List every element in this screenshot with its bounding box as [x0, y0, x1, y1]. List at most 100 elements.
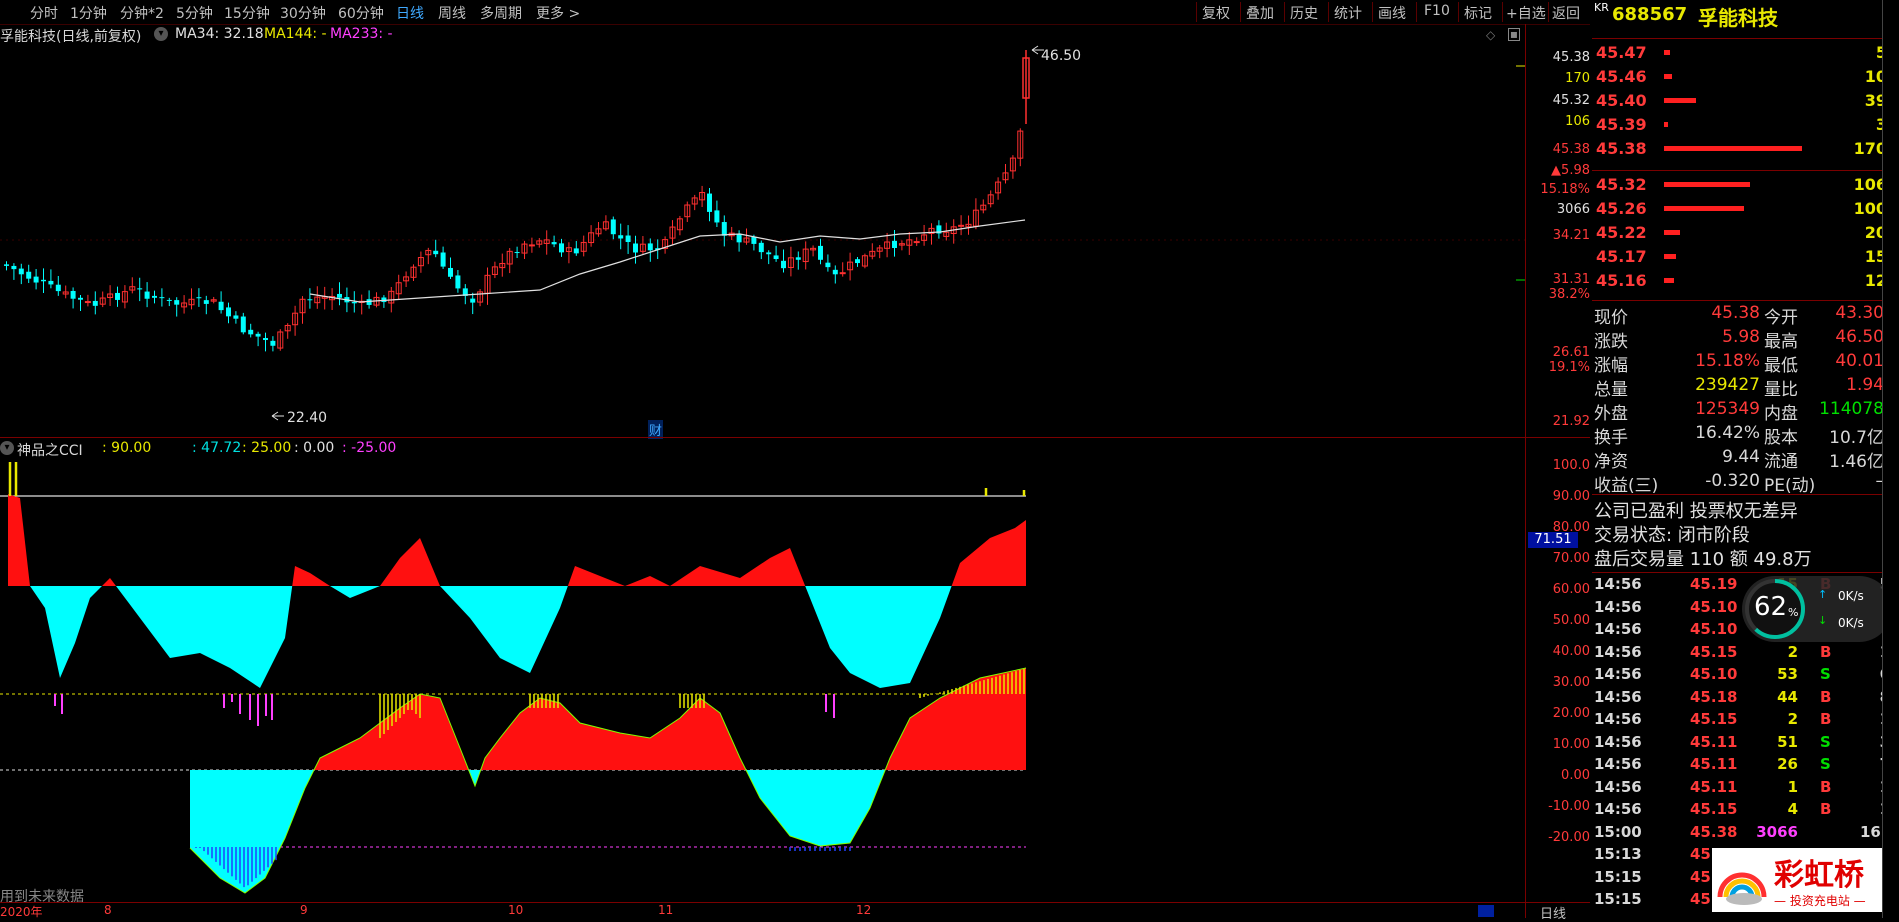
toolbar-separator — [1328, 2, 1329, 22]
candle-body-down — [48, 280, 54, 285]
tick-row[interactable]: 15:00 45.38 3066 165 — [1592, 823, 1892, 845]
candle-body-down — [337, 293, 342, 298]
bid-row[interactable]: 45.17 15 — [1592, 245, 1887, 267]
quote-value: 16.42% — [1695, 423, 1760, 443]
period-tab-60min[interactable]: 60分钟 — [338, 3, 384, 23]
tick-volume: 3066 — [1756, 822, 1798, 841]
tick-row[interactable]: 14:5645.1053S6 — [1592, 665, 1892, 687]
tick-row[interactable]: 14:5645.1844B8 — [1592, 688, 1892, 710]
cci-axis: 100.0 90.00 80.00 70.00 60.00 50.00 40.0… — [1526, 458, 1590, 898]
brand-slogan: — 投资充电站 — — [1774, 894, 1866, 908]
period-tab-5min[interactable]: 5分钟 — [176, 3, 213, 23]
side-toolbar[interactable] — [1882, 0, 1899, 918]
tick-row[interactable]: 14:5645.154B1 — [1592, 800, 1892, 822]
ask-row[interactable]: 45.46 10 — [1592, 65, 1887, 87]
period-tab-daily[interactable]: 日线 — [396, 3, 424, 23]
history-button[interactable]: 历史 — [1290, 3, 1318, 23]
candlestick-chart[interactable] — [0, 44, 1525, 436]
chevron-down-icon[interactable]: ▾ — [154, 27, 168, 41]
cci-value-3: : 25.00 — [242, 440, 292, 456]
tick-row[interactable]: 14:5645.1126S7 — [1592, 755, 1892, 777]
tick-time: 14:56 — [1594, 800, 1642, 818]
tick-volume: 51 — [1777, 732, 1798, 751]
tick-row[interactable]: 14:5645.152B1 — [1592, 643, 1892, 665]
bid-row[interactable]: 45.16 12 — [1592, 269, 1887, 291]
ask-row[interactable]: 45.38 170 — [1592, 137, 1887, 159]
axis-ask-price: 45.38 — [1552, 50, 1590, 65]
candle-body-down — [825, 262, 831, 268]
tick-side: B — [1820, 710, 1832, 728]
toolbar-separator — [1458, 2, 1459, 22]
smoothed-line — [189, 667, 1027, 894]
trading-status: 交易状态: 闭市阶段 — [1594, 525, 1750, 546]
tick-row[interactable]: 14:5645.111B1 — [1592, 778, 1892, 800]
back-button[interactable]: 返回 — [1552, 3, 1580, 23]
period-indicator: 日线 — [1540, 907, 1567, 922]
tick-time: 14:56 — [1594, 665, 1642, 683]
period-tab-15min[interactable]: 15分钟 — [224, 3, 270, 23]
add-watchlist-button[interactable]: +自选 — [1506, 3, 1546, 23]
candle-body-down — [115, 292, 120, 300]
period-tab-2min[interactable]: 分钟*2 — [120, 3, 164, 23]
cci-indicator-chart[interactable] — [0, 458, 1525, 898]
candle-body-down — [137, 288, 143, 290]
tick-side: S — [1820, 665, 1831, 683]
tick-time: 15:13 — [1594, 845, 1642, 863]
quote-stats: 现价 45.38 今开 43.30 涨跌 5.98 最高 46.50 涨幅 15.18% 最低 40.… — [1592, 300, 1892, 496]
quote-label: 现价 — [1594, 308, 1628, 328]
bid-row[interactable]: 45.32 106 — [1592, 173, 1887, 195]
toolbar-separator — [1416, 2, 1417, 22]
period-tab-30min[interactable]: 30分钟 — [280, 3, 326, 23]
restore-rights-button[interactable]: 复权 — [1202, 3, 1230, 23]
quote-value: -0.320 — [1705, 471, 1760, 491]
scroll-handle[interactable] — [1478, 905, 1494, 917]
window-toggle-icon[interactable]: ▪ — [1508, 28, 1520, 41]
tick-volume: 2 — [1787, 710, 1798, 728]
axis-level-1: 34.21 — [1552, 228, 1590, 243]
period-toolbar: 分时 1分钟 分钟*2 5分钟 15分钟 30分钟 60分钟 日线 周线 多周期… — [0, 0, 1590, 25]
memory-percent: 62 — [1754, 592, 1788, 622]
period-tab-multi[interactable]: 多周期 — [480, 3, 522, 23]
period-tab-fenshi[interactable]: 分时 — [30, 3, 58, 23]
overlay-button[interactable]: 叠加 — [1246, 3, 1274, 23]
candle-body-down — [233, 315, 239, 319]
axis-level-2: 31.31 — [1552, 272, 1590, 287]
draw-line-button[interactable]: 画线 — [1378, 3, 1406, 23]
statistics-button[interactable]: 统计 — [1334, 3, 1362, 23]
quote-label: 换手 — [1594, 428, 1628, 448]
tick-row[interactable]: 14:5645.152B1 — [1592, 710, 1892, 732]
candle-body-down — [41, 279, 46, 282]
chevron-down-icon[interactable]: ▾ — [0, 441, 14, 455]
candle-body-down — [159, 297, 165, 299]
toolbar-separator — [1196, 2, 1197, 22]
ask-row[interactable]: 45.475 — [1592, 41, 1887, 63]
mark-button[interactable]: 标记 — [1464, 3, 1492, 23]
period-tab-weekly[interactable]: 周线 — [438, 3, 466, 23]
quote-row: 净资 9.44 流通 1.46亿 — [1592, 447, 1892, 472]
bid-row[interactable]: 45.22 20 — [1592, 221, 1887, 243]
panel-divider — [0, 437, 1590, 438]
smoothed-negative-area — [190, 770, 1026, 893]
bid-price: 45.17 — [1596, 247, 1647, 266]
period-tab-more[interactable]: 更多 > — [536, 3, 580, 23]
f10-button[interactable]: F10 — [1424, 3, 1450, 19]
ask-row[interactable]: 45.40 39 — [1592, 89, 1887, 111]
bid-row[interactable]: 45.26 100 — [1592, 197, 1887, 219]
candle-body-down — [226, 307, 231, 317]
upload-speed: 0K/s — [1838, 589, 1864, 603]
quote-value: 45.38 — [1711, 303, 1760, 323]
period-tab-1min[interactable]: 1分钟 — [70, 3, 107, 23]
bid-price: 45.26 — [1596, 199, 1647, 218]
diamond-icon[interactable]: ◇ — [1486, 28, 1495, 42]
tick-time: 15:00 — [1594, 822, 1642, 841]
network-speed-widget[interactable]: 62 % ↑ 0K/s ↓ 0K/s — [1742, 576, 1892, 642]
tick-row[interactable]: 14:5645.1151S3 — [1592, 733, 1892, 755]
cci-value-1: : 90.00 — [102, 440, 152, 456]
cci-axis-label: 100.0 — [1552, 458, 1590, 473]
ask-row[interactable]: 45.393 — [1592, 113, 1887, 135]
axis-change-pct: 15.18% — [1540, 182, 1590, 197]
axis-fib-382: 38.2% — [1548, 287, 1590, 302]
tick-time: 14:56 — [1594, 777, 1642, 796]
tick-time: 14:56 — [1594, 687, 1642, 706]
candle-body-down — [78, 297, 83, 300]
